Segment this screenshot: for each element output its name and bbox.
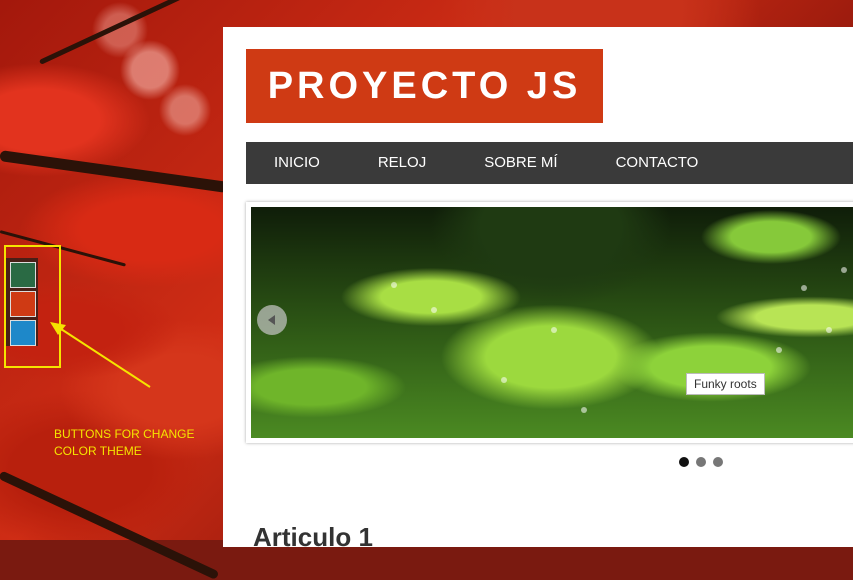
water-drop (391, 282, 397, 288)
water-drop (841, 267, 847, 273)
chevron-left-icon (268, 315, 275, 325)
nav-item-sobre-mi[interactable]: SOBRE MÍ (456, 142, 587, 184)
slider-dot-3[interactable] (713, 457, 723, 467)
water-drop (501, 377, 507, 383)
water-drop (801, 285, 807, 291)
slide-caption: Funky roots (686, 373, 765, 395)
site-logo[interactable]: PROYECTO JS (246, 49, 603, 123)
main-navigation: INICIO RELOJ SOBRE MÍ CONTACTO (246, 142, 853, 184)
water-drop (776, 347, 782, 353)
water-drop (431, 307, 437, 313)
water-drop (551, 327, 557, 333)
annotation-line-2: COLOR THEME (54, 444, 142, 458)
water-drop (826, 327, 832, 333)
nav-item-inicio[interactable]: INICIO (246, 142, 350, 184)
article-title: Articulo 1 (253, 522, 373, 552)
main-page: PROYECTO JS INICIO RELOJ SOBRE MÍ CONTAC… (223, 27, 853, 552)
nav-item-reloj[interactable]: RELOJ (350, 142, 456, 184)
slider-dot-2[interactable] (696, 457, 706, 467)
annotation-line-1: BUTTONS FOR CHANGE (54, 427, 195, 441)
slider-dot-1[interactable] (679, 457, 689, 467)
annotation-text: BUTTONS FOR CHANGE COLOR THEME (54, 426, 194, 460)
nav-item-contacto[interactable]: CONTACTO (588, 142, 729, 184)
annotation-arrow (50, 322, 151, 388)
slider-pagination (679, 457, 723, 467)
image-slider: Funky roots (246, 202, 853, 443)
slide-image (251, 207, 853, 438)
slider-prev-button[interactable] (257, 305, 287, 335)
water-drop (581, 407, 587, 413)
